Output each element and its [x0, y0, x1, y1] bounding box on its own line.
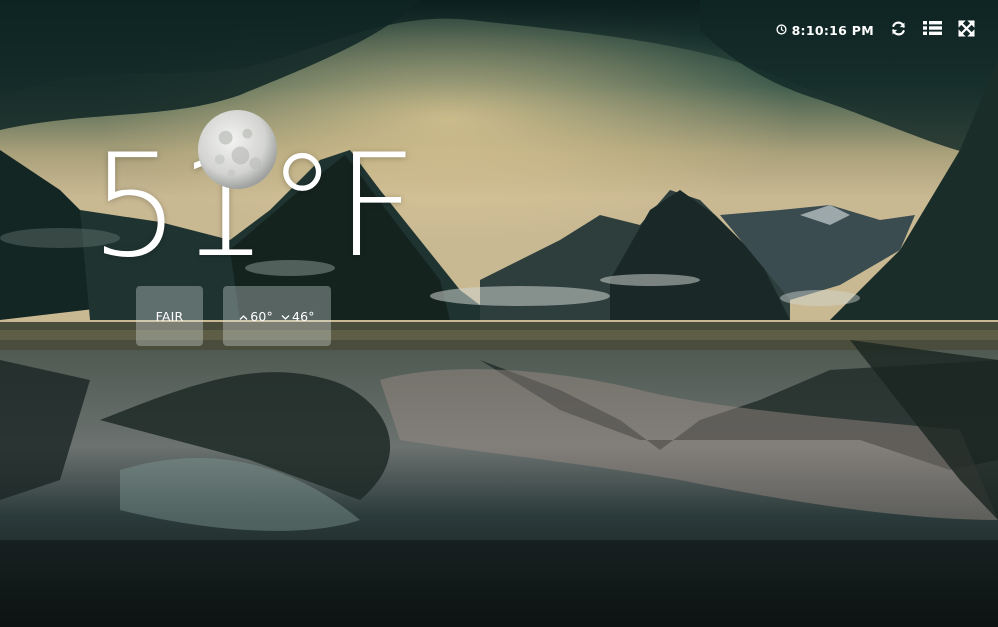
high-temp-value: 60°	[250, 308, 273, 324]
clock-icon	[775, 23, 787, 38]
chevron-up-icon	[239, 309, 248, 324]
list-icon	[922, 20, 942, 40]
clock: 8:10:16 PM	[775, 22, 874, 38]
fullscreen-icon	[957, 19, 975, 41]
top-toolbar: 8:10:16 PM	[775, 19, 976, 41]
list-view-button[interactable]	[922, 20, 942, 40]
chevron-down-icon	[281, 309, 290, 324]
low-temp-value: 46°	[292, 308, 315, 324]
low-temp: 46°	[281, 309, 315, 324]
high-low-box: 60° 46°	[223, 286, 331, 346]
condition-label: FAIR	[155, 308, 184, 324]
condition-box: FAIR	[136, 286, 203, 346]
high-temp: 60°	[239, 309, 273, 324]
refresh-icon	[890, 20, 907, 41]
fullscreen-button[interactable]	[956, 19, 976, 41]
full-moon-icon	[197, 109, 278, 190]
refresh-button[interactable]	[888, 20, 908, 40]
clock-time: 8:10:16 PM	[791, 22, 874, 38]
